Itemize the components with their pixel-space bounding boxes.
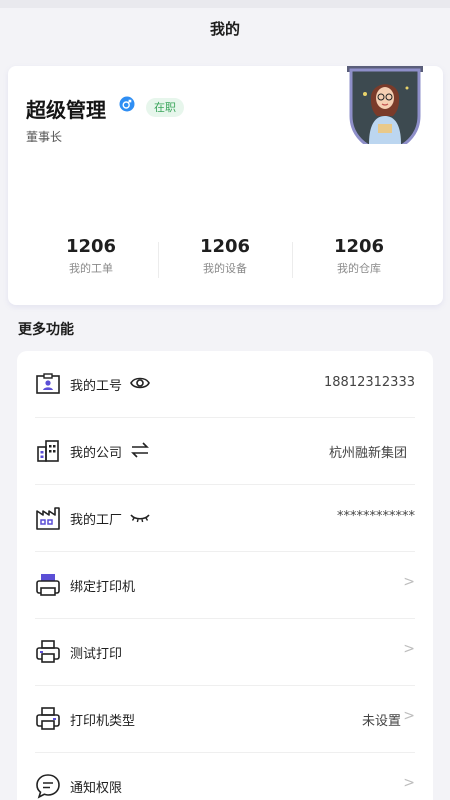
menu-item-label: 测试打印: [70, 647, 123, 662]
stat-label: 我的仓库: [337, 262, 381, 275]
menu-item-factory[interactable]: 我的工厂 ************: [35, 485, 415, 552]
eye-closed-icon[interactable]: [130, 508, 150, 526]
chevron-right-icon: >: [403, 775, 415, 791]
menu-item-label: 我的公司: [70, 446, 123, 461]
stat-value: 1206: [333, 236, 385, 257]
menu-item-value: 未设置: [361, 714, 401, 729]
menu-item-test-print[interactable]: 测试打印 >: [35, 619, 415, 686]
stat-work-orders[interactable]: 1206 我的工单: [24, 236, 158, 276]
menu-item-employee-id[interactable]: 我的工号 18812312333: [35, 351, 415, 418]
male-icon: [119, 96, 135, 112]
printer-icon: [36, 574, 60, 596]
id-card-icon: [36, 373, 60, 394]
menu-card: 我的工号 18812312333 我的公司 杭州融新集团 我的工厂 ******…: [17, 351, 433, 800]
stat-label: 我的设备: [203, 262, 247, 275]
avatar[interactable]: [347, 66, 423, 144]
chevron-right-icon: >: [403, 641, 415, 657]
stat-value: 1206: [65, 236, 117, 257]
profile-name: 超级管理: [26, 98, 106, 122]
switch-arrows-icon[interactable]: [130, 441, 150, 459]
stat-value: 1206: [199, 236, 251, 257]
menu-item-printer-type[interactable]: 打印机类型 未设置 >: [35, 686, 415, 753]
menu-item-label: 我的工厂: [70, 513, 123, 528]
factory-icon: [36, 507, 60, 530]
page-title: 我的: [209, 20, 240, 38]
menu-item-value: ************: [337, 509, 415, 524]
chat-bubble-icon: [36, 774, 60, 799]
menu-item-bind-printer[interactable]: 绑定打印机 >: [35, 552, 415, 619]
stat-warehouses[interactable]: 1206 我的仓库: [292, 236, 426, 276]
menu-item-value: 18812312333: [324, 375, 415, 390]
menu-item-company[interactable]: 我的公司 杭州融新集团: [35, 418, 415, 485]
menu-item-value: 杭州融新集团: [328, 446, 407, 461]
profile-card[interactable]: 超级管理 在职 董事长 1206 我的工单 1206 我的设备 1206 我的仓…: [8, 66, 443, 305]
stat-label: 我的工单: [69, 262, 113, 275]
chevron-right-icon: >: [403, 574, 415, 590]
printer-test-icon: [36, 640, 60, 663]
menu-item-notification-permission[interactable]: 通知权限 >: [35, 753, 415, 800]
profile-role: 董事长: [26, 130, 63, 144]
menu-item-label: 打印机类型: [70, 714, 136, 729]
menu-item-label: 绑定打印机: [70, 580, 136, 595]
stat-devices[interactable]: 1206 我的设备: [158, 236, 292, 276]
section-title: 更多功能: [18, 322, 74, 338]
building-icon: [37, 440, 59, 462]
stats-row: 1206 我的工单 1206 我的设备 1206 我的仓库: [8, 236, 443, 286]
menu-item-label: 通知权限: [70, 781, 123, 796]
menu-item-label: 我的工号: [70, 379, 123, 394]
status-badge: 在职: [146, 98, 184, 117]
printer-type-icon: [36, 707, 60, 730]
chevron-right-icon: >: [403, 708, 415, 724]
status-bar: [0, 0, 450, 8]
eye-icon[interactable]: [130, 374, 150, 392]
